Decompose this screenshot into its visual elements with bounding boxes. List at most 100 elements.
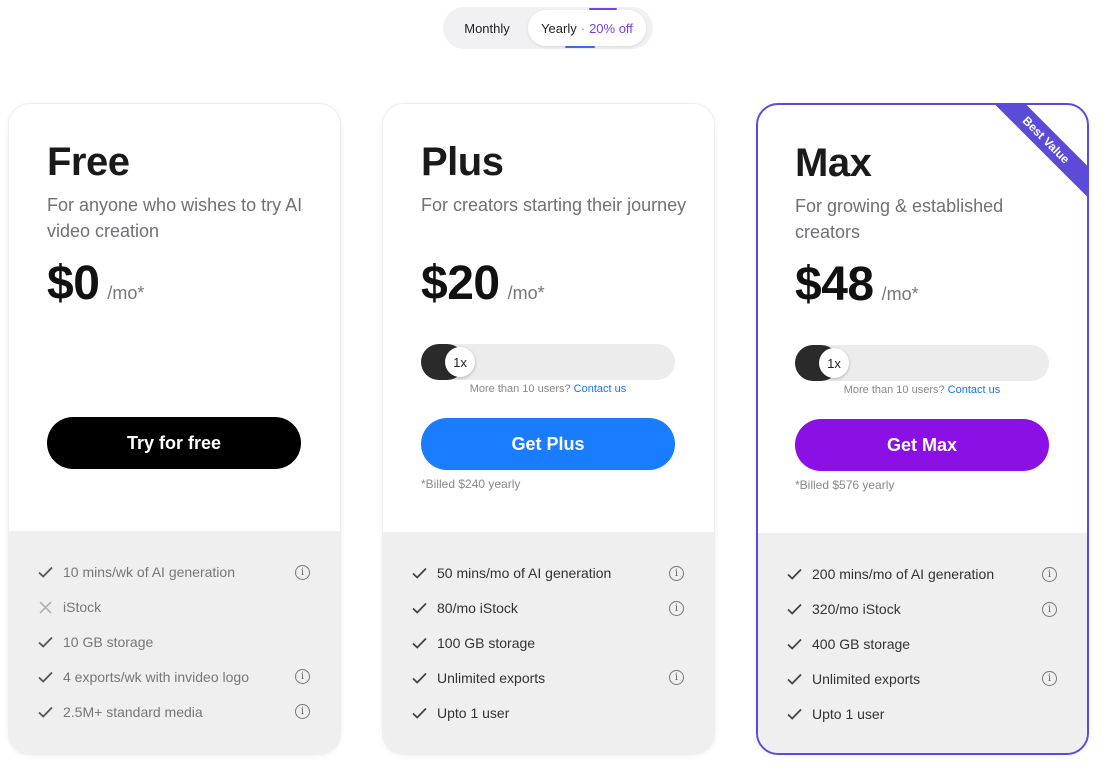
billing-period-toggle: Monthly Yearly · 20% off [443,7,653,49]
monthly-label: Monthly [464,20,510,36]
billing-note: *Billed $576 yearly [795,478,895,492]
check-icon [411,670,427,686]
info-icon[interactable]: i [1042,671,1057,687]
plan-name: Plus [421,140,504,184]
feature-item: iStock [9,590,340,625]
check-icon [37,564,53,580]
check-icon [786,566,802,582]
feature-text: iStock [63,599,102,616]
yearly-label: Yearly [541,20,577,36]
cross-icon [37,599,53,615]
info-icon[interactable]: i [295,704,310,720]
discount-label: 20% off [589,20,633,36]
info-icon[interactable]: i [295,669,310,685]
get-max-button[interactable]: Get Max [795,419,1049,471]
feature-item: 2.5M+ standard media i [9,694,340,729]
feature-item: 4 exports/wk with invideo logo i [9,659,340,694]
feature-text: 50 mins/mo of AI generation [437,565,612,582]
feature-list: 10 mins/wk of AI generation i iStock 10 … [9,531,340,754]
feature-text: Unlimited exports [437,669,546,686]
plan-description: For growing & established creators [795,196,1004,242]
feature-text: 80/mo iStock [437,600,518,617]
feature-text: Upto 1 user [437,704,510,721]
plan-description: For anyone who wishes to try AI video cr… [47,195,303,241]
feature-item: 10 GB storage [9,625,340,660]
feature-item: 50 mins/mo of AI generation i [383,556,714,591]
feature-item: 200 mins/mo of AI generation i [758,557,1087,592]
info-icon[interactable]: i [669,600,684,616]
feature-item: 100 GB storage [383,626,714,661]
discount-indicator-bar [589,8,617,10]
check-icon [786,601,802,617]
contact-line: More than 10 users? Contact us [421,383,675,395]
price-period: /mo* [507,283,545,303]
ribbon-label: Best Value [989,105,1087,201]
check-icon [786,636,802,652]
plan-price: $20 [421,257,500,310]
try-for-free-button[interactable]: Try for free [47,417,301,469]
feature-text: 10 GB storage [63,633,154,650]
contact-line: More than 10 users? Contact us [795,384,1049,396]
billing-note: *Billed $240 yearly [421,477,521,491]
selected-underline [565,46,595,48]
feature-item: 10 mins/wk of AI generation i [9,555,340,590]
price-row: $20 /mo* [421,256,545,311]
user-count-slider[interactable]: 1x [421,344,675,380]
plan-name: Max [795,141,872,185]
get-plus-button[interactable]: Get Plus [421,418,675,470]
price-period: /mo* [881,284,919,304]
slider-handle[interactable]: 1x [445,347,475,377]
feature-item: Upto 1 user [383,695,714,730]
contact-us-link[interactable]: Contact us [948,384,1001,396]
feature-list: 200 mins/mo of AI generation i 320/mo iS… [758,533,1087,753]
plan-card-plus: Plus For creators starting their journey… [382,103,715,755]
best-value-ribbon: Best Value [989,105,1087,203]
feature-text: 2.5M+ standard media [63,703,203,720]
check-icon [37,669,53,685]
plan-card-max: Best Value Max For growing & established… [756,103,1089,755]
feature-item: Unlimited exports i [758,661,1087,696]
check-icon [786,706,802,722]
feature-text: 400 GB storage [812,635,911,652]
price-row: $48 /mo* [795,257,919,312]
feature-text: 320/mo iStock [812,601,901,618]
plan-name: Free [47,140,130,184]
feature-item: 400 GB storage [758,627,1087,662]
contact-text: More than 10 users? [469,383,571,395]
feature-list: 50 mins/mo of AI generation i 80/mo iSto… [383,532,714,754]
plan-price: $0 [47,257,100,310]
slider-handle[interactable]: 1x [819,348,849,378]
price-row: $0 /mo* [47,256,144,311]
check-icon [786,671,802,687]
yearly-option[interactable]: Yearly · 20% off [528,8,646,48]
feature-text: 200 mins/mo of AI generation [812,566,995,583]
feature-item: Unlimited exports i [383,660,714,695]
plan-description: For creators starting their journey [421,195,687,215]
check-icon [37,634,53,650]
discount-separator: · [580,20,586,36]
monthly-option[interactable]: Monthly [446,10,528,46]
feature-text: Upto 1 user [812,705,885,722]
user-count-slider[interactable]: 1x [795,345,1049,381]
price-period: /mo* [107,283,145,303]
plan-card-free: Free For anyone who wishes to try AI vid… [8,103,341,755]
feature-item: Upto 1 user [758,696,1087,731]
check-icon [411,635,427,651]
feature-text: 100 GB storage [437,634,536,651]
check-icon [37,704,53,720]
info-icon[interactable]: i [1042,601,1057,617]
feature-text: 4 exports/wk with invideo logo [63,668,249,685]
contact-text: More than 10 users? [843,384,945,396]
info-icon[interactable]: i [669,565,684,581]
info-icon[interactable]: i [295,564,310,580]
check-icon [411,600,427,616]
info-icon[interactable]: i [1042,566,1057,582]
feature-text: 10 mins/wk of AI generation [63,564,235,581]
check-icon [411,705,427,721]
feature-item: 80/mo iStock i [383,591,714,626]
feature-text: Unlimited exports [812,670,921,687]
plan-price: $48 [795,258,874,311]
info-icon[interactable]: i [669,670,684,686]
feature-item: 320/mo iStock i [758,592,1087,627]
contact-us-link[interactable]: Contact us [574,383,627,395]
